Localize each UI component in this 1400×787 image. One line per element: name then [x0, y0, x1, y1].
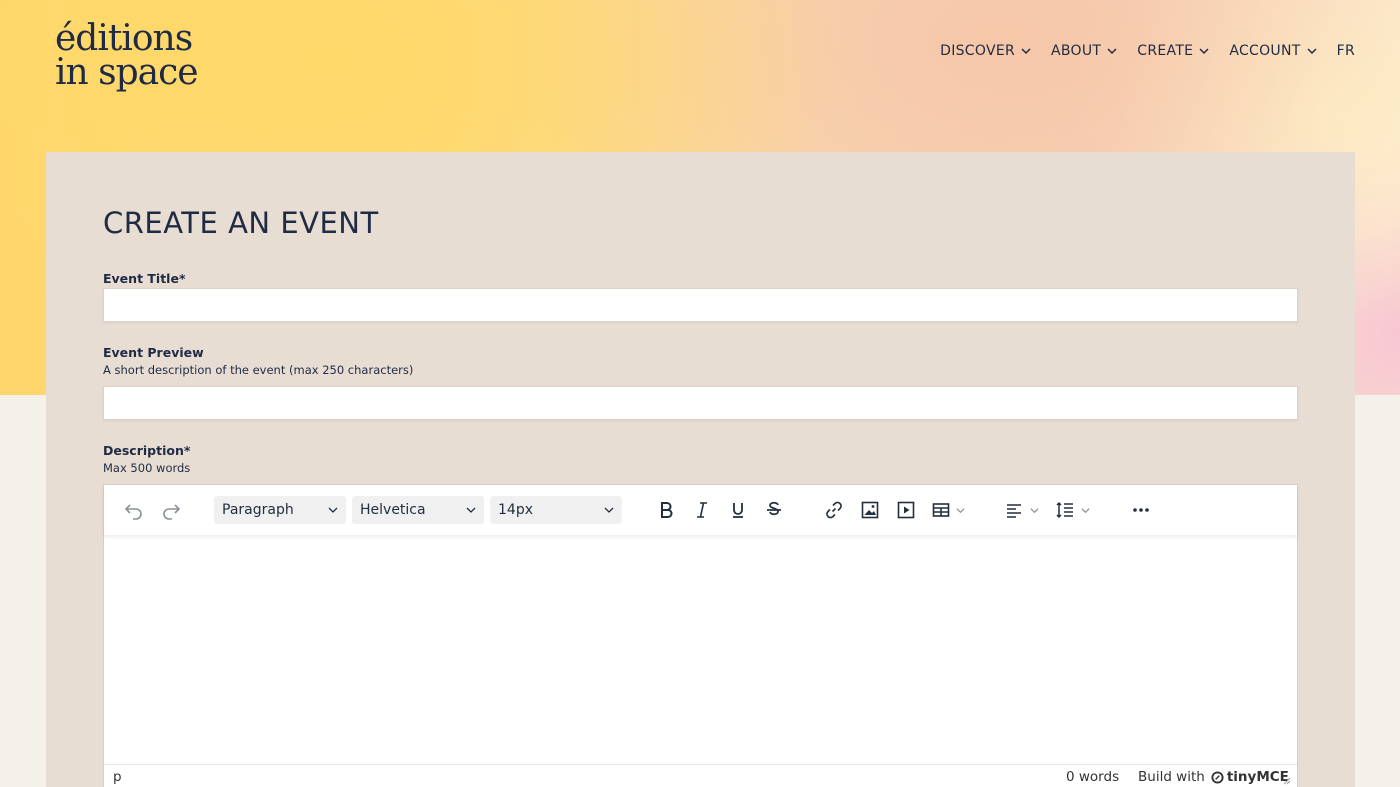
description-hint: Max 500 words [103, 461, 191, 475]
redo-icon[interactable] [159, 498, 183, 522]
logo-line-1: éditions [55, 18, 193, 59]
font-size-select[interactable]: 14px [490, 496, 622, 524]
editor-statusbar: p 0 words Build with tinyMCE [104, 764, 1297, 787]
image-icon[interactable] [858, 498, 882, 522]
link-icon[interactable] [822, 498, 846, 522]
word-count[interactable]: 0 words [1066, 769, 1119, 785]
font-family-select[interactable]: Helvetica [352, 496, 484, 524]
powered-by[interactable]: Build with tinyMCE [1138, 769, 1289, 785]
tinymce-logo: tinyMCE [1211, 769, 1289, 785]
logo-line-2: in space [55, 52, 199, 93]
build-with-label: Build with [1138, 769, 1205, 785]
chevron-down-icon [604, 507, 614, 513]
chevron-down-icon [466, 507, 476, 513]
event-preview-label: Event Preview [103, 345, 204, 360]
event-preview-hint: A short description of the event (max 25… [103, 363, 414, 377]
nav-item-create[interactable]: CREATE [1137, 43, 1209, 59]
italic-icon[interactable] [690, 498, 714, 522]
tinymce-brand: tinyMCE [1226, 769, 1289, 785]
nav-item-account[interactable]: ACCOUNT [1229, 43, 1317, 59]
chevron-down-icon [1107, 48, 1117, 55]
font-family-value: Helvetica [360, 502, 426, 518]
undo-icon[interactable] [122, 498, 146, 522]
block-format-select[interactable]: Paragraph [214, 496, 346, 524]
event-title-input[interactable] [103, 288, 1298, 322]
site-logo[interactable]: éditions in space [55, 18, 205, 100]
main-nav: DISCOVER ABOUT CREATE ACCOUNT FR [920, 43, 1355, 59]
strikethrough-icon[interactable] [762, 498, 786, 522]
more-icon[interactable] [1129, 498, 1153, 522]
language-switch[interactable]: FR [1337, 43, 1355, 59]
nav-item-label: ACCOUNT [1229, 43, 1301, 59]
page-title: CREATE AN EVENT [103, 206, 379, 240]
nav-item-label: DISCOVER [940, 43, 1016, 59]
tinymce-logo-icon [1211, 770, 1224, 784]
chevron-down-icon [328, 507, 338, 513]
media-icon[interactable] [894, 498, 918, 522]
line-height-icon[interactable] [1053, 498, 1077, 522]
nav-item-label: ABOUT [1051, 43, 1102, 59]
block-format-value: Paragraph [222, 502, 294, 518]
chevron-down-icon[interactable] [956, 506, 965, 515]
chevron-down-icon[interactable] [1081, 506, 1090, 515]
editor-content-area[interactable] [104, 535, 1297, 764]
description-label: Description* [103, 443, 191, 458]
chevron-down-icon [1307, 48, 1317, 55]
editor-toolbar: Paragraph Helvetica 14px [104, 485, 1297, 535]
event-preview-input[interactable] [103, 386, 1298, 420]
chevron-down-icon[interactable] [1030, 506, 1039, 515]
event-title-label: Event Title* [103, 271, 186, 286]
nav-item-label: CREATE [1137, 43, 1194, 59]
nav-item-about[interactable]: ABOUT [1051, 43, 1117, 59]
language-label: FR [1336, 43, 1355, 59]
bold-icon[interactable] [654, 498, 678, 522]
font-size-value: 14px [498, 502, 533, 518]
resize-handle-icon[interactable] [1281, 775, 1291, 785]
underline-icon[interactable] [726, 498, 750, 522]
chevron-down-icon [1021, 48, 1031, 55]
rich-text-editor: Paragraph Helvetica 14px p 0 words Build… [103, 484, 1298, 787]
element-path[interactable]: p [113, 769, 122, 785]
nav-item-discover[interactable]: DISCOVER [940, 43, 1031, 59]
chevron-down-icon [1199, 48, 1209, 55]
table-icon[interactable] [929, 498, 953, 522]
align-left-icon[interactable] [1002, 498, 1026, 522]
